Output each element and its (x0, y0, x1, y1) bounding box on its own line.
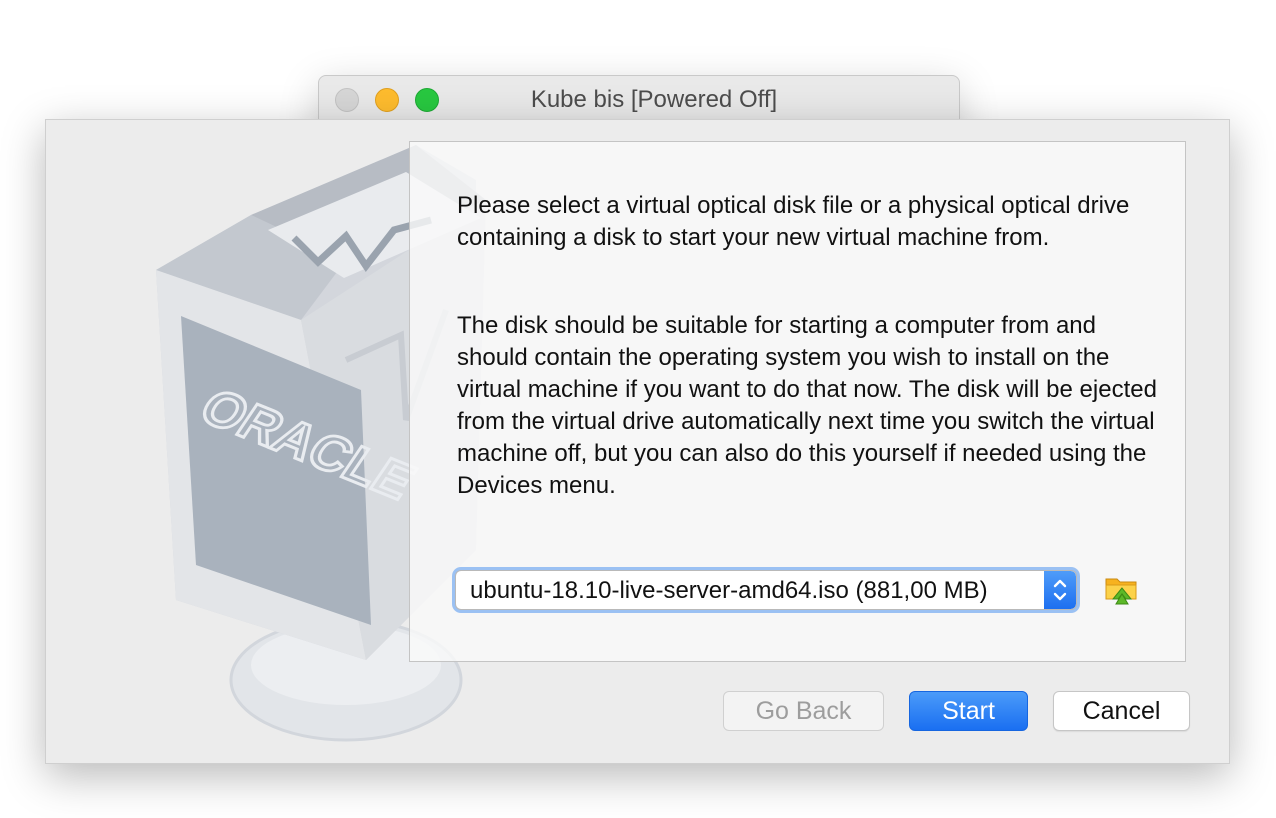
folder-open-icon (1105, 578, 1137, 605)
window-title: Kube bis [Powered Off] (530, 86, 778, 113)
start-button[interactable]: Start (909, 691, 1028, 731)
disk-selector-value: ubuntu-18.10-live-server-amd64.iso (881,… (470, 577, 988, 604)
disk-selector[interactable]: ubuntu-18.10-live-server-amd64.iso (881,… (455, 570, 1077, 610)
start-vm-dialog: ORACLE Please select a virtual optical d… (45, 119, 1230, 764)
select-stepper[interactable] (1044, 571, 1076, 609)
choose-disk-file-button[interactable] (1104, 572, 1140, 608)
chevron-up-down-icon (1053, 579, 1067, 601)
description-text: The disk should be suitable for starting… (457, 312, 1157, 499)
content-panel: Please select a virtual optical disk fil… (409, 141, 1186, 662)
instruction-text: Please select a virtual optical disk fil… (457, 192, 1130, 251)
cancel-button[interactable]: Cancel (1053, 691, 1190, 731)
go-back-button[interactable]: Go Back (723, 691, 884, 731)
